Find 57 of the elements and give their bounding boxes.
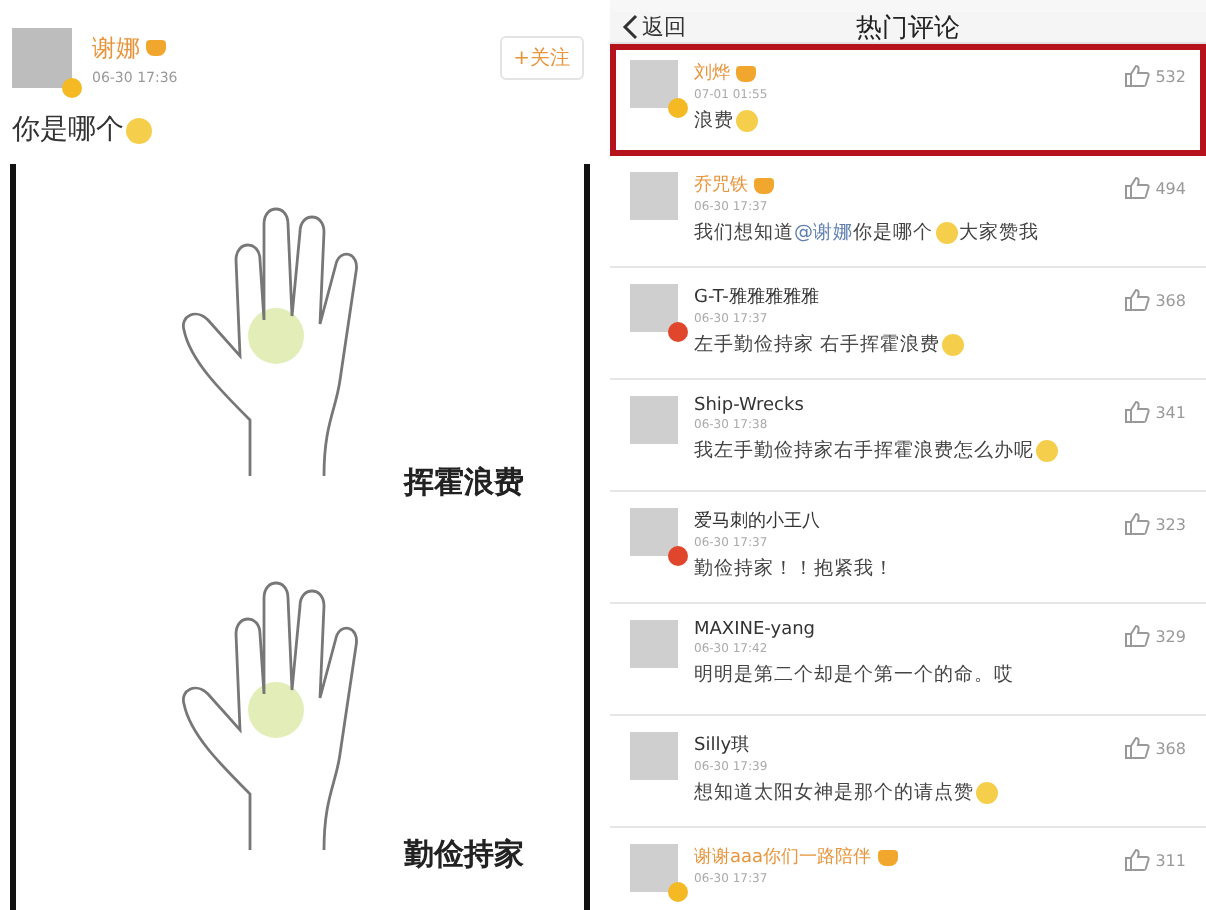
post-text: 你是哪个: [12, 112, 124, 148]
mention-link[interactable]: @谢娜: [794, 220, 853, 246]
image-caption: 挥霍浪费: [404, 463, 524, 501]
emoji-icon: [935, 222, 957, 244]
commenter-name[interactable]: 刘烨: [694, 60, 730, 86]
like-button[interactable]: 368: [1123, 288, 1186, 312]
vip-icon: [877, 849, 898, 865]
commenter-name[interactable]: 乔咒铁: [694, 172, 748, 198]
comment-text: 明明是第二个却是个第一个的命。哎: [694, 662, 1014, 688]
emoji-icon: [976, 782, 998, 804]
commenter-name[interactable]: Silly琪: [694, 732, 750, 758]
commenter-name[interactable]: MAXINE-yang: [694, 620, 816, 640]
comment-text: 我们想知道: [694, 220, 794, 246]
like-button[interactable]: 532: [1123, 64, 1186, 88]
vip-icon: [736, 65, 756, 81]
comment-text: 大家赞我: [959, 220, 1039, 246]
avatar[interactable]: [630, 284, 678, 332]
thumbs-up-icon: [1123, 512, 1150, 536]
commenter-name[interactable]: G-T-雅雅雅雅雅: [694, 284, 819, 310]
avatar[interactable]: [630, 508, 678, 556]
avatar[interactable]: [630, 60, 678, 108]
thumbs-up-icon: [1123, 64, 1150, 88]
thumbs-up-icon: [1123, 624, 1150, 648]
image-caption: 勤俭持家: [404, 836, 524, 874]
like-button[interactable]: 494: [1123, 176, 1186, 200]
emoji-icon: [126, 117, 152, 143]
vip-icon: [146, 40, 166, 56]
comment-text: 左手勤俭持家 右手挥霍浪费: [694, 332, 941, 358]
thumbs-up-icon: [1123, 176, 1150, 200]
like-button[interactable]: 311: [1123, 848, 1186, 872]
emoji-icon: [1036, 440, 1058, 462]
comment-text: 浪费: [694, 108, 734, 134]
like-button[interactable]: 323: [1123, 512, 1186, 536]
comment-text: 我左手勤俭持家右手挥霍浪费怎么办呢: [694, 438, 1034, 464]
thumbs-up-icon: [1123, 288, 1150, 312]
comment-text: 你是哪个: [853, 220, 933, 246]
comment-text: 想知道太阳女神是那个的请点赞: [694, 780, 974, 806]
back-button[interactable]: 返回: [610, 12, 698, 42]
thumbs-up-icon: [1123, 400, 1150, 424]
thumbs-up-icon: [1123, 848, 1150, 872]
vip-icon: [754, 177, 774, 193]
like-button[interactable]: 329: [1123, 624, 1186, 648]
follow-button[interactable]: +关注: [499, 36, 584, 80]
commenter-name[interactable]: 谢谢aaa你们一路陪伴: [694, 844, 872, 870]
palm-illustration[interactable]: 挥霍浪费 勤俭持家: [10, 164, 590, 910]
commenter-name[interactable]: Ship-Wrecks: [694, 396, 804, 416]
thumbs-up-icon: [1123, 736, 1150, 760]
emoji-icon: [942, 334, 965, 356]
like-button[interactable]: 341: [1123, 400, 1186, 424]
emoji-icon: [736, 110, 758, 132]
avatar[interactable]: [630, 844, 678, 892]
author-name[interactable]: 谢娜: [92, 31, 140, 65]
comment-text: 勤俭持家！！抱紧我！: [694, 556, 894, 582]
back-chevron-icon: [622, 14, 638, 40]
like-button[interactable]: 368: [1123, 736, 1186, 760]
page-title: 热门评论: [856, 11, 960, 45]
commenter-name[interactable]: 爱马刺的小王八: [694, 508, 820, 534]
